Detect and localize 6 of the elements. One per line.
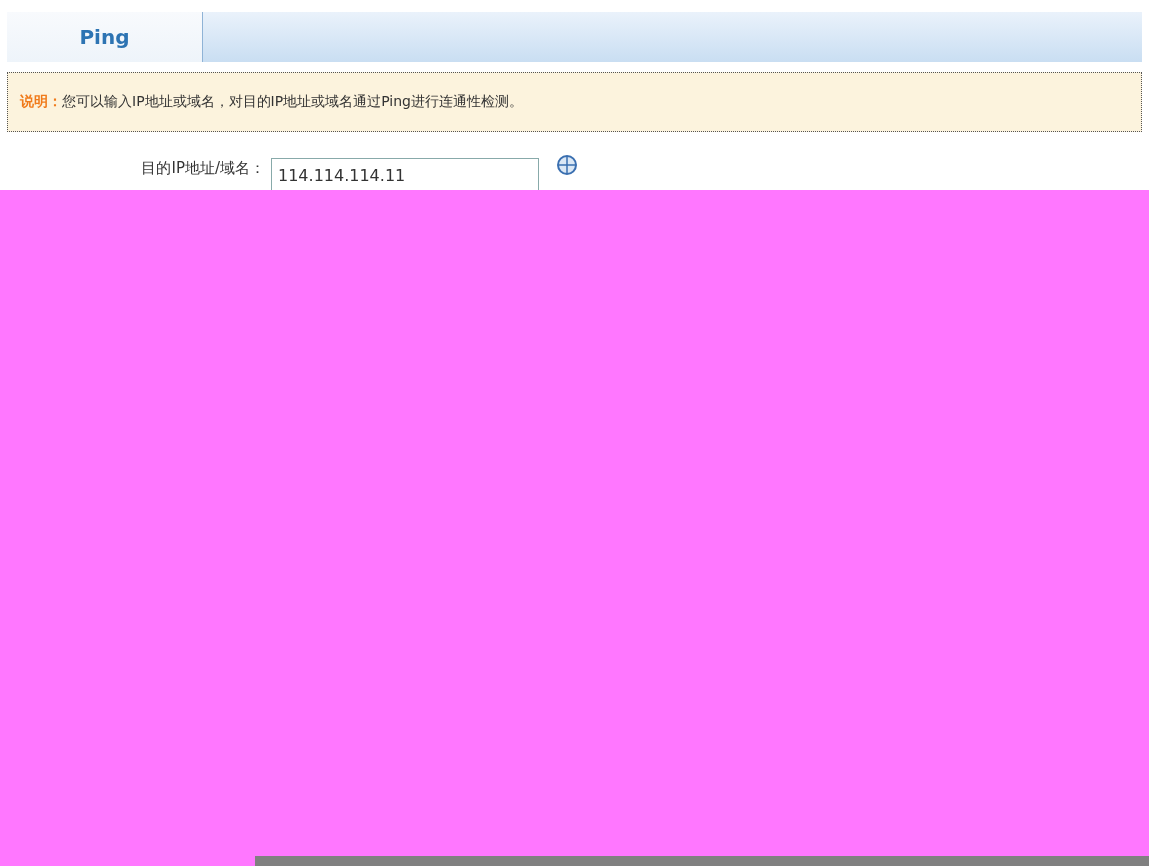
address-field[interactable]: 114.114.114.11	[271, 158, 539, 190]
notice-text: 您可以输入IP地址或域名，对目的IP地址或域名通过Ping进行连通性检测。	[62, 93, 523, 111]
globe-icon[interactable]	[555, 152, 579, 176]
tab[interactable]: Ping	[7, 12, 203, 62]
field-label: 目的IP地址/域名：	[140, 158, 265, 178]
notice-label: 说明：	[20, 93, 62, 111]
